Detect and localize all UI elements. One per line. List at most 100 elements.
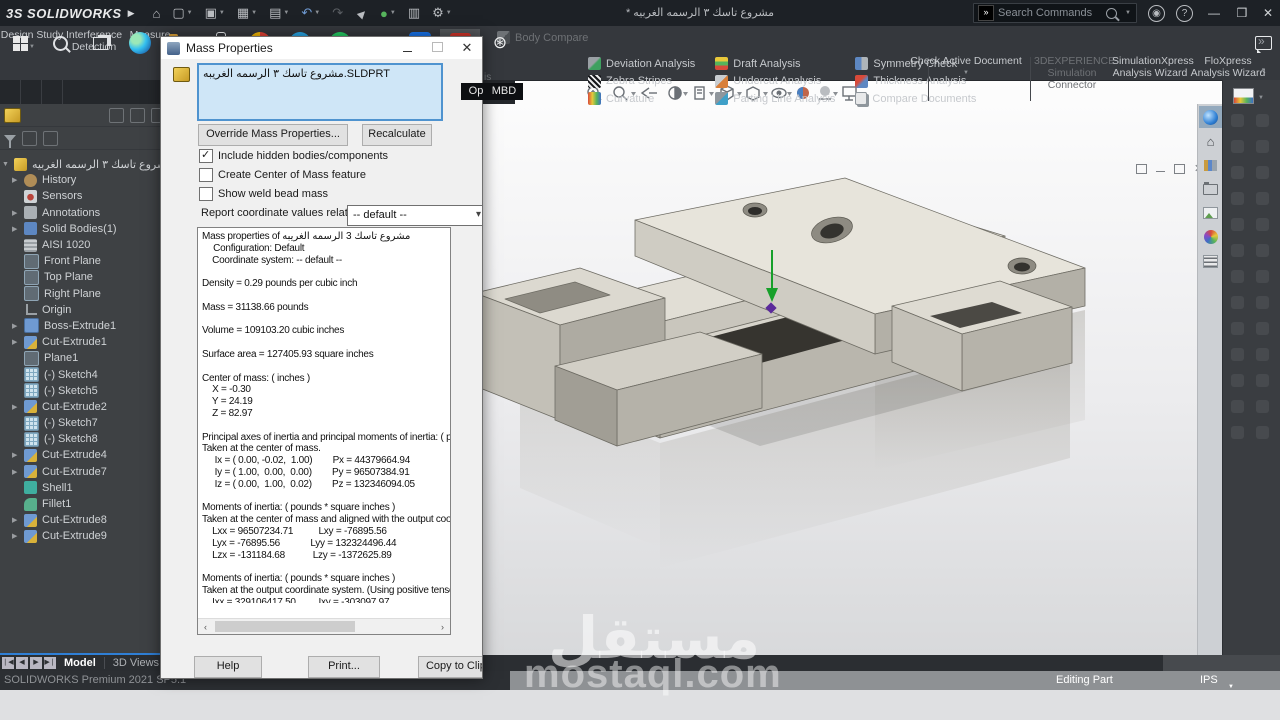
toolbar-icon[interactable] xyxy=(1256,244,1269,257)
status-units[interactable]: IPS xyxy=(1200,671,1218,690)
prev-tab-icon[interactable]: ◀ xyxy=(16,657,28,669)
toolbar-icon[interactable] xyxy=(1256,218,1269,231)
checkbox[interactable] xyxy=(199,187,213,201)
expand-icon[interactable]: ▶ xyxy=(12,209,24,217)
tree-item[interactable]: ▶ Cut-Extrude8 xyxy=(0,512,170,528)
units-dropdown-icon[interactable]: ▼ xyxy=(1228,678,1234,697)
toolbar-icon[interactable] xyxy=(1256,192,1269,205)
toolbar-icon[interactable] xyxy=(1231,140,1244,153)
tree-item[interactable]: Origin xyxy=(0,302,170,318)
help-icon[interactable]: ? xyxy=(1176,5,1193,22)
tab-custom-properties[interactable] xyxy=(1199,250,1222,272)
toolbar-icon[interactable] xyxy=(1256,348,1269,361)
toolbar-icon[interactable] xyxy=(1256,322,1269,335)
task-view-button[interactable] xyxy=(80,29,120,57)
save-icon[interactable]: ▦▼ xyxy=(231,0,263,26)
expand-icon[interactable]: ▶ xyxy=(12,451,24,459)
tab-mbd[interactable]: MBD xyxy=(485,83,523,100)
start-button[interactable] xyxy=(0,29,40,57)
tree-item[interactable]: Right Plane xyxy=(0,286,170,302)
tree-item[interactable]: Fillet1 xyxy=(0,496,170,512)
toolbar-icon[interactable] xyxy=(1231,348,1244,361)
dialog-minimize-icon[interactable] xyxy=(392,39,422,57)
check-active-document-dropdown-icon[interactable]: ▼ xyxy=(905,67,1027,79)
tab-3d-views[interactable]: 3D Views xyxy=(113,657,159,669)
swatch-dropdown-icon[interactable]: ▼ xyxy=(1258,95,1264,101)
command-tab[interactable] xyxy=(21,80,42,104)
checkbox[interactable] xyxy=(199,168,213,182)
command-tab[interactable] xyxy=(42,80,63,104)
expand-icon[interactable]: ▶ xyxy=(12,176,24,184)
checkbox-row[interactable]: Include hidden bodies/components xyxy=(199,149,388,163)
toolbar-icon[interactable] xyxy=(1231,166,1244,179)
tree-item[interactable]: Shell1 xyxy=(0,480,170,496)
tree-item[interactable]: ▶ Boss-Extrude1 xyxy=(0,318,170,334)
scroll-right-icon[interactable]: › xyxy=(435,622,450,632)
chatgpt-button[interactable]: ⊛ xyxy=(480,29,520,57)
action-center-icon[interactable] xyxy=(1255,36,1272,50)
undo-icon[interactable]: ↶▼ xyxy=(295,0,326,26)
tree-item[interactable]: Front Plane xyxy=(0,253,170,269)
expand-icon[interactable]: ▼ xyxy=(2,161,14,168)
part-model-3d[interactable] xyxy=(460,158,1100,628)
toolbar-icon[interactable] xyxy=(1231,114,1244,127)
first-tab-icon[interactable]: ❘◀ xyxy=(2,657,14,669)
taskbar-search-button[interactable] xyxy=(40,29,80,57)
tree-item[interactable]: (-) Sketch5 xyxy=(0,383,170,399)
restore-document-icon[interactable] xyxy=(1174,164,1185,174)
toolbar-icon[interactable] xyxy=(1256,270,1269,283)
analysis-tool-button[interactable]: Compare Documents xyxy=(855,90,976,108)
tree-item[interactable]: Top Plane xyxy=(0,269,170,285)
print-icon[interactable]: ▤▼ xyxy=(263,0,295,26)
home-icon[interactable]: ⌂ xyxy=(147,0,167,26)
copy-to-clipboard-button[interactable]: Copy to Clipb xyxy=(418,656,483,678)
search-dropdown-icon[interactable]: ▼ xyxy=(1125,10,1131,16)
search-icon[interactable] xyxy=(1106,8,1117,19)
tab-view-palette[interactable] xyxy=(1199,202,1222,224)
expand-icon[interactable]: ▶ xyxy=(12,468,24,476)
restore-window-icon[interactable]: ❒ xyxy=(1228,6,1256,20)
tree-item[interactable]: ▶ Solid Bodies(1) xyxy=(0,221,170,237)
tree-item[interactable]: ▶ Cut-Extrude1 xyxy=(0,334,170,350)
tree-item[interactable]: ▶ History xyxy=(0,172,170,188)
close-window-icon[interactable]: ✕ xyxy=(1254,6,1280,20)
analysis-tool-button[interactable]: Deviation Analysis xyxy=(588,55,695,73)
scroll-left-icon[interactable]: ‹ xyxy=(198,622,213,632)
new-document-icon[interactable]: ▢▼ xyxy=(166,0,198,26)
collapse-ribbon-icon[interactable]: ˄ xyxy=(1260,66,1266,77)
tree-item[interactable]: (-) Sketch4 xyxy=(0,366,170,382)
tree-item[interactable]: (-) Sketch7 xyxy=(0,415,170,431)
toolbar-icon[interactable] xyxy=(1231,426,1244,439)
tab-file-explorer[interactable] xyxy=(1199,178,1222,200)
user-account-icon[interactable]: ◉ xyxy=(1148,5,1165,22)
coordinate-system-select[interactable]: -- default -- xyxy=(347,205,483,226)
tree-item[interactable]: AISI 1020 xyxy=(0,237,170,253)
wizard-tool-button[interactable]: SimulationXpress Analysis Wizard xyxy=(1112,55,1188,79)
analysis-tool-button[interactable]: Parting Line Analysis xyxy=(715,90,835,108)
tree-root-item[interactable]: ▼ مشروع تاسك ٣ الرسمه الغربيه (D xyxy=(0,156,170,172)
toolbar-icon[interactable] xyxy=(1231,400,1244,413)
minimize-document-icon[interactable] xyxy=(1156,171,1165,172)
expand-icon[interactable]: ▶ xyxy=(12,338,24,346)
display-pane-icon[interactable] xyxy=(109,108,124,123)
toolbar-icon[interactable] xyxy=(1256,400,1269,413)
options-icon[interactable]: ⚙▼ xyxy=(426,0,458,26)
toolbar-icon[interactable] xyxy=(1256,426,1269,439)
toolbar-icon[interactable] xyxy=(1256,166,1269,179)
toolbar-icon[interactable] xyxy=(1256,114,1269,127)
expand-icon[interactable]: ▶ xyxy=(12,225,24,233)
tree-item[interactable]: Sensors xyxy=(0,188,170,204)
analysis-tool-button[interactable]: Undercut Analysis xyxy=(715,73,835,91)
expand-icon[interactable]: ▶ xyxy=(12,516,24,524)
toolbar-icon[interactable] xyxy=(1231,322,1244,335)
wizard-tool-button[interactable]: FloXpress Analysis Wizard xyxy=(1190,55,1266,79)
expand-icon[interactable]: ▶ xyxy=(12,403,24,411)
toolbar-icon[interactable] xyxy=(1231,270,1244,283)
toolbar-icon[interactable] xyxy=(1256,140,1269,153)
file-properties-icon[interactable]: ▥ xyxy=(402,0,426,26)
appearance-swatch-icon[interactable] xyxy=(1233,88,1254,104)
command-tab[interactable] xyxy=(0,80,21,104)
analysis-tool-button[interactable]: Draft Analysis xyxy=(715,55,835,73)
toolbar-icon[interactable] xyxy=(1231,296,1244,309)
tab-design-library[interactable] xyxy=(1199,154,1222,176)
